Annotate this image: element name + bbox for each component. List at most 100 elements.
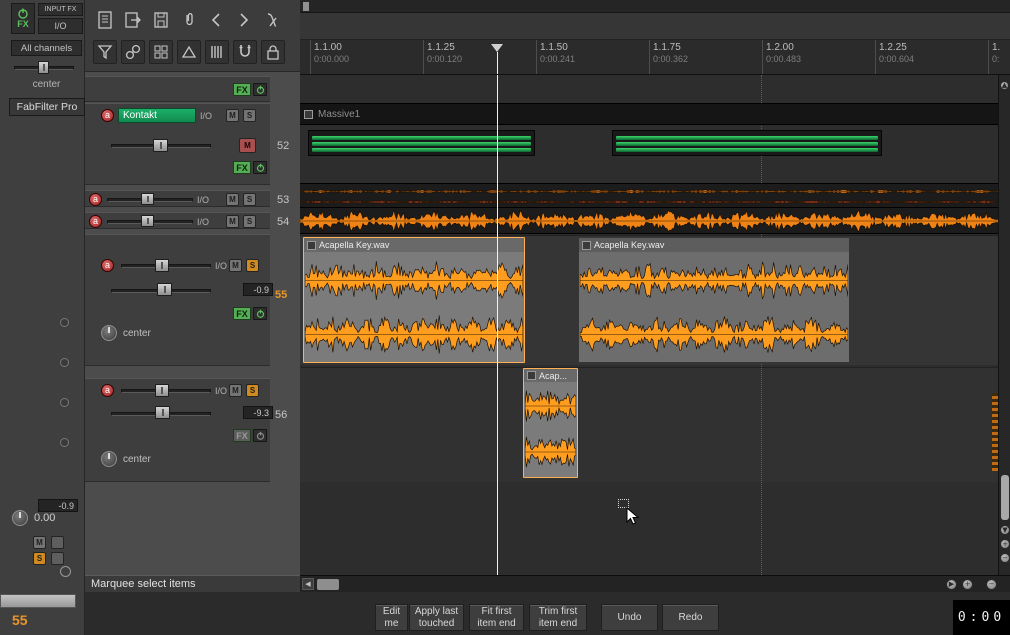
time-display[interactable]: 0:00	[953, 600, 1010, 635]
item-midi-1[interactable]	[308, 130, 535, 156]
plugin-slot[interactable]: FabFilter Pro	[9, 98, 85, 116]
master-mini-button[interactable]	[51, 536, 64, 549]
playhead-line[interactable]	[497, 75, 498, 575]
mute-button[interactable]: M	[226, 109, 239, 122]
volume-value[interactable]: -9.3	[243, 406, 273, 419]
trim-first-item-end-button[interactable]: Trim firstitem end	[529, 604, 587, 631]
volume-fader-thumb[interactable]	[141, 215, 154, 227]
fx-button[interactable]: FX	[233, 429, 251, 442]
record-arm-button[interactable]: a	[89, 193, 102, 206]
mute-button[interactable]: M	[229, 259, 242, 272]
fx-button[interactable]: FX	[233, 83, 251, 96]
solo-button[interactable]: S	[246, 259, 259, 272]
forward-arrow-icon[interactable]	[231, 8, 255, 32]
paperclip-icon[interactable]	[177, 8, 201, 32]
zoom-out-icon[interactable]: −	[1000, 553, 1010, 563]
vertical-scrollbar-thumb[interactable]	[1001, 475, 1009, 520]
pan-knob[interactable]	[101, 451, 117, 467]
io-button[interactable]: I/O	[215, 261, 227, 271]
master-fx-button[interactable]: FX	[11, 3, 35, 34]
magnet-icon[interactable]	[233, 40, 257, 64]
mute-button[interactable]: M	[226, 193, 239, 206]
track-number[interactable]: 53	[277, 194, 289, 206]
item-acapella-3[interactable]: Acap...	[523, 368, 578, 478]
record-arm-button[interactable]: a	[101, 384, 114, 397]
volume-fader-thumb[interactable]	[157, 283, 172, 296]
all-channels-button[interactable]: All channels	[11, 40, 82, 56]
master-io-button[interactable]: I/O	[38, 18, 83, 34]
pan-slider-thumb[interactable]	[155, 259, 169, 272]
horizontal-scrollbar-thumb[interactable]	[317, 579, 339, 590]
io-button[interactable]: I/O	[200, 111, 212, 121]
track-panel-56[interactable]: a I/O M S -9.3 FX center 56	[85, 378, 270, 482]
item-audio-strip-loud[interactable]	[300, 207, 1010, 234]
grid-icon[interactable]	[149, 40, 173, 64]
vertical-scrollbar[interactable]: ▲ ▼ + −	[998, 75, 1010, 575]
import-document-icon[interactable]	[121, 8, 145, 32]
volume-value[interactable]: -0.9	[243, 283, 273, 296]
link-icon[interactable]	[121, 40, 145, 64]
item-acapella-2[interactable]: Acapella Key.wav	[578, 237, 850, 363]
fx-button[interactable]: FX	[233, 161, 251, 174]
scroll-down-icon[interactable]: ▼	[1000, 525, 1010, 535]
item-audio-strip-quiet[interactable]	[300, 183, 1010, 207]
master-mini-button[interactable]	[51, 552, 64, 565]
track-panel-52[interactable]: a Kontakt I/O M S M FX 52	[85, 103, 270, 185]
track-panel-55[interactable]: a I/O M S -0.9 FX center 55	[85, 234, 270, 366]
pan-slider-thumb[interactable]	[155, 384, 169, 397]
solo-button[interactable]: S	[243, 109, 256, 122]
undo-button[interactable]: Undo	[601, 604, 658, 631]
hzoom-in-icon[interactable]: +	[962, 579, 973, 590]
power-icon[interactable]	[253, 429, 267, 442]
master-gain-value[interactable]: -0.9	[38, 499, 78, 512]
volume-fader-thumb[interactable]	[153, 139, 168, 152]
io-button[interactable]: I/O	[197, 217, 209, 227]
redo-button[interactable]: Redo	[662, 604, 719, 631]
mute-button[interactable]: M	[226, 215, 239, 228]
solo-button[interactable]: S	[243, 193, 256, 206]
envelope-dot-icon[interactable]	[60, 438, 69, 447]
item-midi-2[interactable]	[612, 130, 882, 156]
solo-button[interactable]: S	[246, 384, 259, 397]
horizontal-scrollbar[interactable]: ◀ ▶ + −	[300, 575, 1010, 592]
envelope-dot-icon[interactable]	[60, 318, 69, 327]
scroll-right-icon[interactable]: ▶	[946, 579, 957, 590]
solo-button[interactable]: S	[243, 215, 256, 228]
envelope-dot-icon[interactable]	[60, 398, 69, 407]
record-arm-button[interactable]: a	[101, 259, 114, 272]
volume-fader-thumb[interactable]	[141, 193, 154, 205]
hzoom-out-icon[interactable]: −	[986, 579, 997, 590]
midi-mute-button[interactable]: M	[239, 138, 256, 153]
fit-first-item-end-button[interactable]: Fit firstitem end	[469, 604, 524, 631]
power-icon[interactable]	[253, 307, 267, 320]
lambda-icon[interactable]	[261, 8, 285, 32]
power-icon[interactable]	[253, 83, 267, 96]
item-massive1[interactable]: Massive1	[300, 103, 1010, 125]
record-arm-button[interactable]: a	[89, 215, 102, 228]
phase-icon[interactable]	[60, 566, 71, 577]
master-fader-value[interactable]: 0.00	[34, 512, 78, 524]
scroll-left-icon[interactable]: ◀	[302, 578, 314, 590]
apply-last-touched-button[interactable]: Apply lasttouched	[409, 604, 464, 631]
master-mute-button[interactable]: M	[33, 536, 46, 549]
track-panel-53[interactable]: a I/O M S 53	[85, 190, 270, 207]
lock-icon[interactable]	[261, 40, 285, 64]
master-knob[interactable]	[12, 510, 28, 526]
edit-me-button[interactable]: Editme	[375, 604, 408, 631]
track-number[interactable]: 55	[275, 289, 287, 301]
save-icon[interactable]	[149, 8, 173, 32]
top-scrollbar-thumb[interactable]	[303, 2, 309, 11]
io-button[interactable]: I/O	[215, 386, 227, 396]
power-icon[interactable]	[253, 161, 267, 174]
track-lane-56[interactable]	[300, 367, 1010, 482]
zoom-in-icon[interactable]: +	[1000, 539, 1010, 549]
envelope-triangle-icon[interactable]	[177, 40, 201, 64]
timeline-ruler[interactable]: 1.1.000:00.000 1.1.250:00.120 1.1.500:00…	[300, 40, 1010, 75]
volume-fader-thumb[interactable]	[155, 406, 170, 419]
arrange-body[interactable]: Massive1	[300, 75, 1010, 575]
edit-cursor-marker[interactable]	[491, 44, 503, 52]
master-pan-slider-thumb[interactable]	[38, 61, 49, 74]
track-number[interactable]: 54	[277, 216, 289, 228]
track-name-field[interactable]: Kontakt	[118, 108, 196, 123]
record-arm-button[interactable]: a	[101, 109, 114, 122]
